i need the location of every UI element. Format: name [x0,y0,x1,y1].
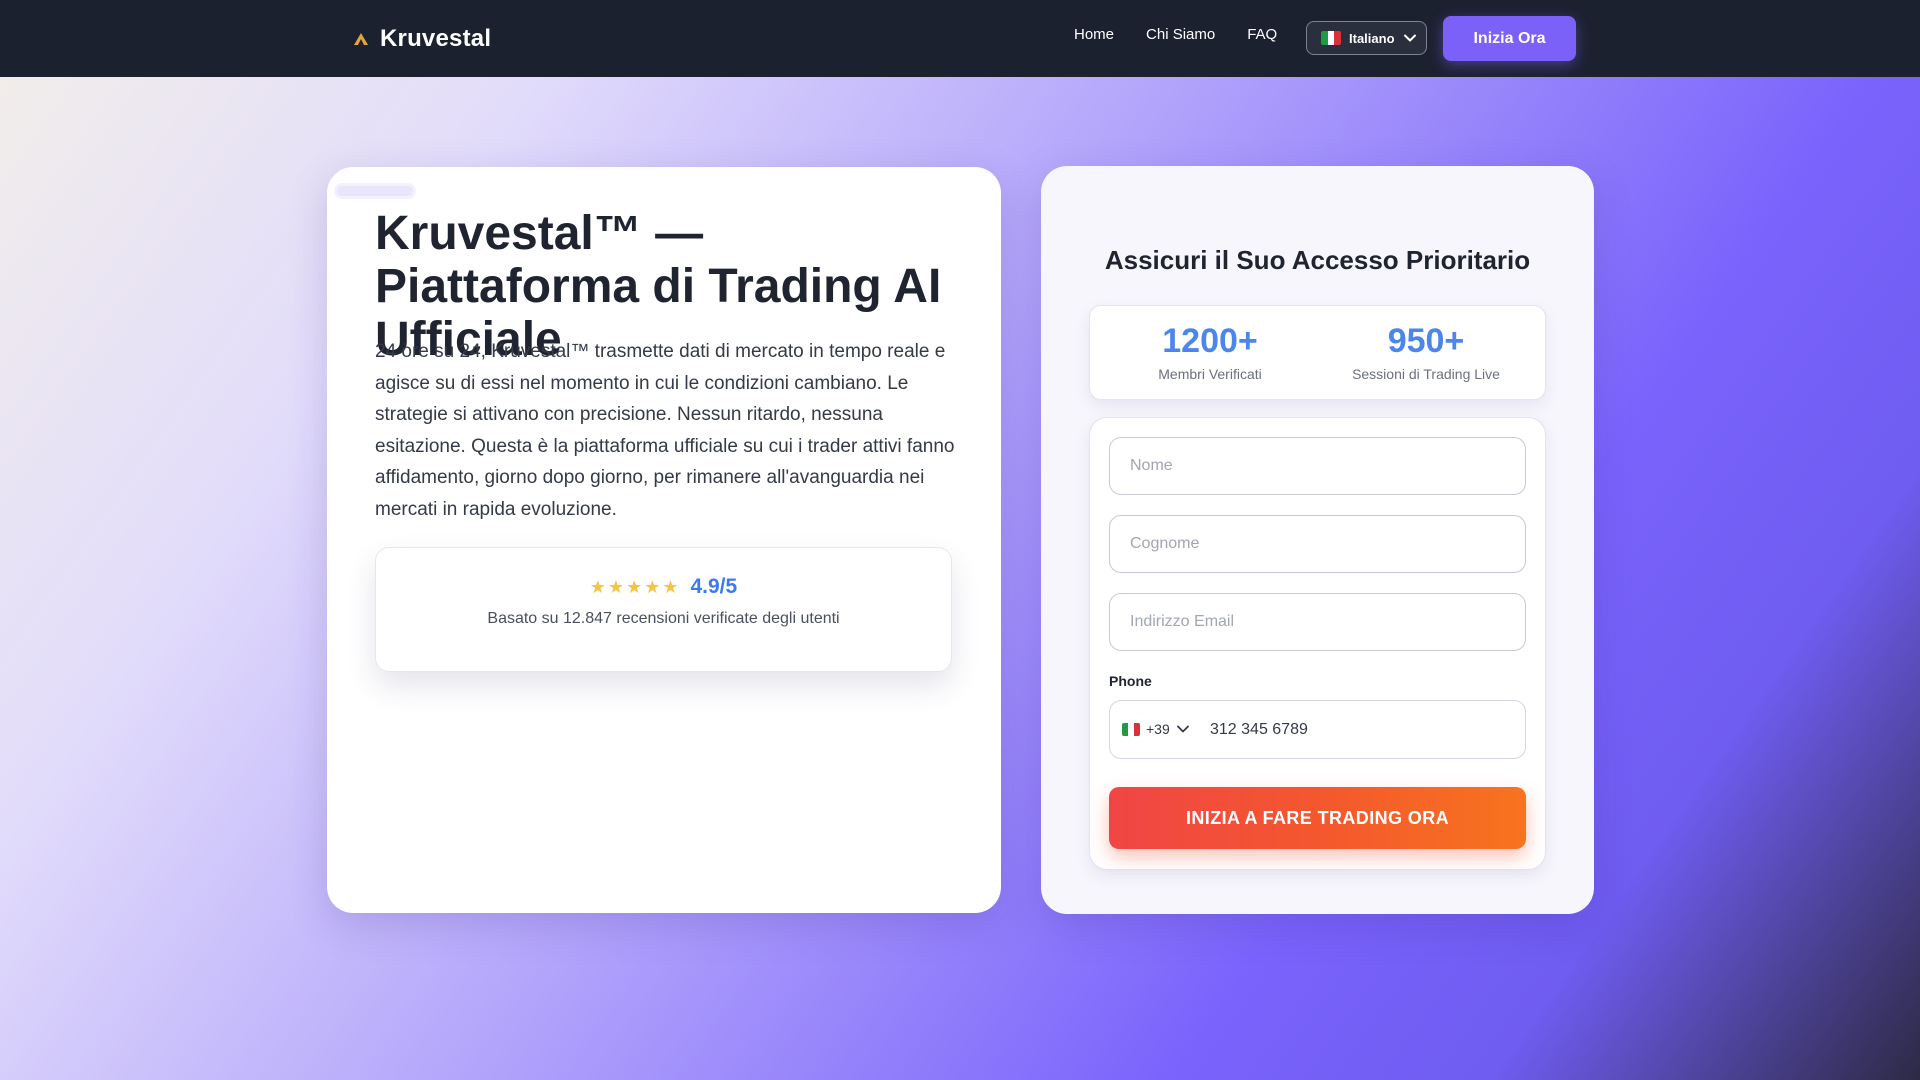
stats-box: 1200+ Membri Verificati 950+ Sessioni di… [1089,305,1546,400]
language-selector[interactable]: Italiano [1306,21,1427,55]
kruvestal-logo-icon [354,33,368,45]
email-input[interactable] [1109,593,1526,651]
phone-field: +39 [1109,700,1526,759]
italy-flag-icon [1321,31,1341,45]
nav-link-chi-siamo[interactable]: Chi Siamo [1146,26,1215,43]
phone-label: Phone [1109,673,1152,689]
rating-line: ★★★★★ 4.9/5 [376,575,951,599]
card-tab-decoration [334,183,416,199]
top-navbar: Kruvestal Home Chi Siamo FAQ Italiano In… [0,0,1920,77]
nav-link-faq[interactable]: FAQ [1247,26,1277,43]
phone-input[interactable] [1210,711,1510,749]
rating-score: 4.9/5 [690,575,738,598]
main-nav: Home Chi Siamo FAQ [1074,26,1277,43]
stat-value: 1200+ [1162,322,1258,360]
brand-logo-link[interactable]: Kruvestal [352,22,491,56]
signup-title: Assicuri il Suo Accesso Prioritario [1104,245,1531,275]
star-rating-icon: ★★★★★ [589,576,681,597]
stat-verified-members: 1200+ Membri Verificati [1110,322,1310,382]
stat-value: 950+ [1387,322,1465,360]
last-name-input[interactable] [1109,515,1526,573]
chevron-down-icon [1176,725,1189,733]
start-now-button[interactable]: Inizia Ora [1443,16,1576,61]
country-code: +39 [1146,721,1170,737]
stat-label: Membri Verificati [1158,366,1262,382]
first-name-input[interactable] [1109,437,1526,495]
stat-label: Sessioni di Trading Live [1352,366,1500,382]
nav-link-home[interactable]: Home [1074,26,1114,43]
stat-live-sessions: 950+ Sessioni di Trading Live [1326,322,1526,382]
brand-name: Kruvestal [380,25,492,52]
country-code-select[interactable]: +39 [1122,721,1190,737]
rating-box: ★★★★★ 4.9/5 Basato su 12.847 recensioni … [375,547,952,672]
rating-subtitle: Basato su 12.847 recensioni verificate d… [487,610,840,627]
start-trading-button[interactable]: INIZIA A FARE TRADING ORA [1109,787,1526,849]
italy-flag-icon [1122,722,1140,736]
chevron-down-icon [1403,34,1416,42]
hero-description: 24 ore su 24, Kruvestal™ trasmette dati … [375,341,955,520]
language-label: Italiano [1349,30,1395,46]
